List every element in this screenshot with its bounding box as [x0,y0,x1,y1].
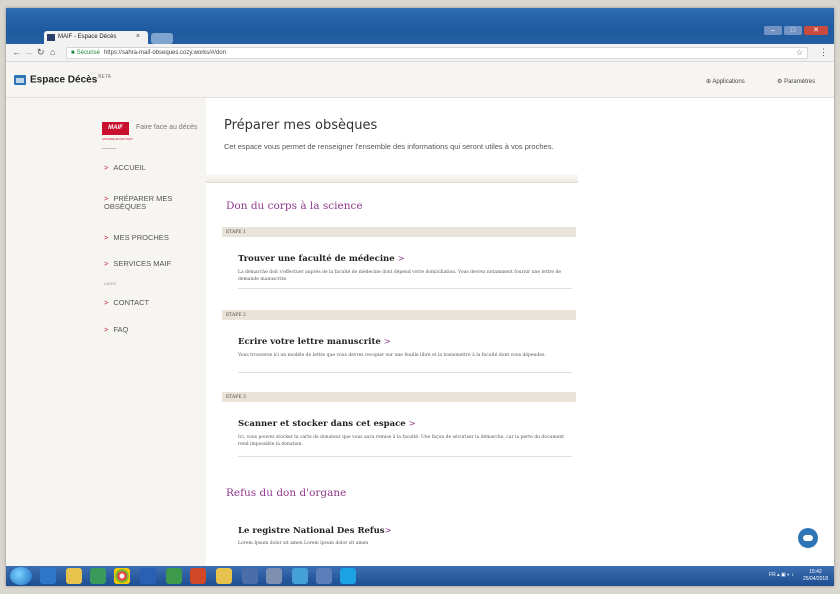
media-icon[interactable] [90,568,106,584]
network-icon[interactable] [292,568,308,584]
app-title: Espace DécèsBETA [30,74,111,86]
app-header: Espace DécèsBETA ⊕ Applications ⚙ Paramè… [6,62,834,98]
chevron-right-icon: > [397,254,405,264]
maif-logo-subtitle: ASSUREUR MILITANT [102,137,133,141]
home-icon[interactable]: ⌂ [50,47,55,57]
excel-icon[interactable] [166,568,182,584]
sidebar: MAIF ASSUREUR MILITANT Faire face au déc… [6,98,206,566]
chevron-right-icon: > [104,233,109,242]
chevron-right-icon: > [104,259,109,268]
ie-icon[interactable] [40,568,56,584]
secure-label: Sécurisé [76,50,100,56]
chevron-right-icon: > [104,163,109,172]
section-title-don-corps: Don du corps à la science [226,200,363,212]
chevron-right-icon: > [384,526,392,536]
minimize-button[interactable]: – [764,26,782,35]
browser-menu-icon[interactable]: ⋮ [819,47,828,58]
sidebar-item-services-maif[interactable]: > SERVICES MAIF [104,260,171,268]
skype-icon[interactable] [340,568,356,584]
taskbar-clock[interactable]: 15:42 25/04/2018 [803,569,828,583]
start-button[interactable] [10,567,32,585]
sidebar-divider [102,148,116,149]
lock-icon: ■ [71,50,75,56]
page-title: Préparer mes obsèques [224,118,378,133]
step-label: ETAPE 1 [222,227,576,237]
url-text: https://sahra-maif-obseques.cozy.works/#… [103,50,226,56]
registre-description: Lorem Ipsum dolor sit amen Lorem ipsum d… [238,541,369,546]
folder-icon[interactable] [66,568,82,584]
chevron-right-icon: > [104,325,109,334]
section-separator [206,174,578,183]
tool-icon[interactable] [266,568,282,584]
sidebar-section-aides: AIDES [104,281,117,286]
maximize-button[interactable]: □ [784,26,802,35]
chevron-right-icon: > [408,419,416,429]
reload-icon[interactable]: ↻ [37,47,45,58]
gear-icon: ⚙ [777,79,783,85]
sidebar-tagline: Faire face au décès [136,124,198,131]
step-1-link[interactable]: Trouver une faculté de médecine > [238,254,405,264]
address-toolbar: ← → ↻ ⌂ ■ Sécurisé https://sahra-maif-obse… [6,44,834,62]
bookmark-star-icon[interactable]: ☆ [796,48,803,57]
close-window-button[interactable]: ✕ [804,26,828,35]
system-tray[interactable]: FR ▴ ▣ ◐ ♪ [769,572,794,578]
forward-icon[interactable]: → [24,47,33,57]
tab-favicon-icon [47,34,55,41]
window-titlebar: MAIF - Espace Décès × – □ ✕ [6,8,834,44]
back-icon[interactable]: ← [12,47,21,57]
sidebar-item-mes-proches[interactable]: > MES PROCHES [104,234,169,242]
chrome-icon[interactable] [114,568,130,584]
notes-icon[interactable] [216,568,232,584]
main-content: Préparer mes obsèques Cet espace vous pe… [206,98,834,566]
beta-badge: BETA [98,74,111,80]
tab-close-icon[interactable]: × [136,33,140,40]
powerpoint-icon[interactable] [190,568,206,584]
settings-link[interactable]: ⚙ Paramètres [777,78,815,85]
remote-icon[interactable] [242,568,258,584]
registre-link[interactable]: Le registre National Des Refus> [238,526,392,536]
chevron-right-icon: > [104,298,109,307]
step-label: ETAPE 3 [222,392,576,402]
app-icon[interactable] [316,568,332,584]
maif-logo[interactable]: MAIF [102,122,129,135]
step-2-description: Vous trouverez ici un modèle de lettre q… [238,353,546,358]
browser-window: MAIF - Espace Décès × – □ ✕ ← → ↻ ⌂ ■ Séc… [6,8,834,586]
apps-icon: ⊕ [706,79,712,85]
chevron-right-icon: > [383,337,391,347]
step-1-description: La démarche doit s'effectuer auprès de l… [238,270,562,282]
page-intro: Cet espace vous permet de renseigner l'e… [224,142,554,151]
step-3-link[interactable]: Scanner et stocker dans cet espace > [238,419,416,429]
browser-tab[interactable]: MAIF - Espace Décès × [44,31,148,44]
applications-link[interactable]: ⊕ Applications [706,78,745,85]
word-icon[interactable] [140,568,156,584]
step-2-link[interactable]: Ecrire votre lettre manuscrite > [238,337,391,347]
new-tab-button[interactable] [151,33,173,44]
step-3-description: Ici, vous pouvez stocker la carte de don… [238,435,565,447]
url-bar[interactable]: ■ Sécurisé https://sahra-maif-obseques.coz… [66,47,808,59]
sidebar-item-faq[interactable]: > FAQ [104,326,128,334]
step-label: ETAPE 2 [222,310,576,320]
divider [238,456,572,457]
section-title-refus-don: Refus du don d'organe [226,487,347,499]
windows-taskbar: FR ▴ ▣ ◐ ♪ 15:42 25/04/2018 [6,566,834,586]
sidebar-item-accueil[interactable]: > ACCUEIL [104,164,146,172]
app-logo-icon [14,75,26,85]
window-controls: – □ ✕ [764,26,828,35]
sidebar-item-contact[interactable]: > CONTACT [104,299,149,307]
divider [238,288,572,289]
sidebar-item-preparer-obseques[interactable]: > PRÉPARER MES OBSÈQUES [104,195,172,211]
tab-title: MAIF - Espace Décès [58,34,117,40]
cozy-cloud-button[interactable] [798,528,818,548]
divider [238,372,572,373]
